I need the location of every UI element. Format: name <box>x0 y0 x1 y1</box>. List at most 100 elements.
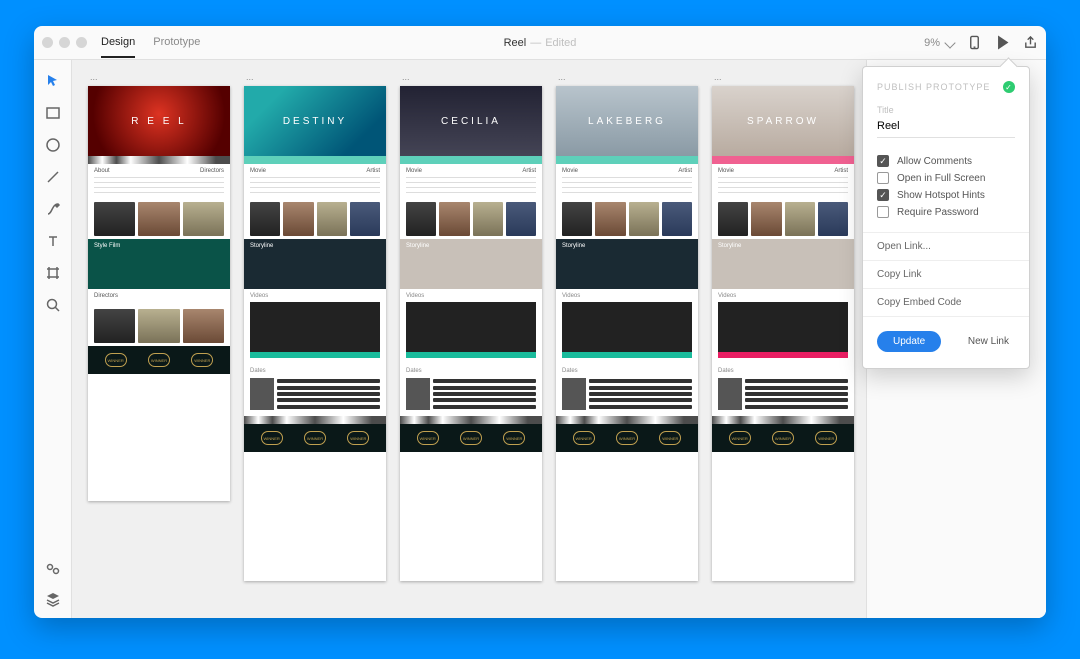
cast-thumbs <box>88 199 230 239</box>
document-title: Reel — Edited <box>504 37 577 49</box>
option-label: Require Password <box>897 207 979 218</box>
rectangle-tool[interactable] <box>44 104 62 122</box>
brush-divider <box>712 156 854 164</box>
new-link-button[interactable]: New Link <box>962 335 1015 348</box>
update-button[interactable]: Update <box>877 331 941 352</box>
share-icon[interactable] <box>1022 35 1038 51</box>
popover-footer: Update New Link <box>877 331 1015 352</box>
checkbox-icon: ✓ <box>877 155 889 167</box>
option-3[interactable]: Require Password <box>877 206 1015 218</box>
option-2[interactable]: ✓Show Hotspot Hints <box>877 189 1015 201</box>
app-window: Design Prototype Reel — Edited 9% <box>34 26 1046 618</box>
prototype-title-input[interactable] <box>877 117 1015 138</box>
zoom-control[interactable]: 9% <box>924 37 954 49</box>
artboard[interactable]: ... LAKEBERGMovieArtistStorylineVideosDat… <box>556 70 698 581</box>
brush-divider <box>400 156 542 164</box>
line-tool[interactable] <box>44 168 62 186</box>
option-0[interactable]: ✓ Allow Comments <box>877 155 1015 167</box>
maximize-dot[interactable] <box>76 37 87 48</box>
artboard[interactable]: ...SPARROWMovieArtistStorylineVideosDate… <box>712 70 854 581</box>
page-mock[interactable]: R E E LAboutDirectorsStyle FilmDirectors… <box>88 86 230 501</box>
hero: CECILIA <box>400 86 542 156</box>
tool-panel <box>34 60 72 618</box>
publish-options: ✓ Allow Comments Open in Full Screen ✓Show … <box>877 155 1015 218</box>
canvas[interactable]: ...R E E LAboutDirectorsStyle FilmDirect… <box>72 60 866 618</box>
artboard-label: ... <box>558 72 698 82</box>
minimize-dot[interactable] <box>59 37 70 48</box>
hero: DESTINY <box>244 86 386 156</box>
artboard-label: ... <box>246 72 386 82</box>
info-section: MovieArtist <box>400 164 542 199</box>
zoom-value: 9% <box>924 37 940 49</box>
awards-strip: WINNERWINNERWINNER <box>400 424 542 452</box>
director-thumbs <box>88 306 230 346</box>
brush-divider <box>244 156 386 164</box>
play-icon[interactable] <box>994 35 1010 51</box>
zoom-tool[interactable] <box>44 296 62 314</box>
info-section: MovieArtist <box>244 164 386 199</box>
titlebar-right: 9% <box>924 35 1038 51</box>
title-label: Title <box>877 105 1015 115</box>
pen-tool[interactable] <box>44 200 62 218</box>
storyline-section: Storyline <box>712 239 854 289</box>
tab-design[interactable]: Design <box>101 28 135 58</box>
link-action-0[interactable]: Open Link... <box>863 232 1029 261</box>
info-section: AboutDirectors <box>88 164 230 199</box>
cast-thumbs <box>556 199 698 239</box>
option-label: Allow Comments <box>897 156 972 167</box>
page-mock[interactable]: SPARROWMovieArtistStorylineVideosDatesWI… <box>712 86 854 581</box>
artboard[interactable]: ...DESTINYMovieArtistStorylineVideosDate… <box>244 70 386 581</box>
style-film: Style Film <box>88 239 230 289</box>
checkbox-icon <box>877 206 889 218</box>
brush-divider <box>556 156 698 164</box>
dates-section: Dates <box>556 362 698 416</box>
device-preview-icon[interactable] <box>966 35 982 51</box>
page-mock[interactable]: DESTINYMovieArtistStorylineVideosDatesWI… <box>244 86 386 581</box>
traffic-lights <box>42 37 87 48</box>
close-dot[interactable] <box>42 37 53 48</box>
directors-section: Directors <box>88 289 230 306</box>
awards-strip: WINNERWINNERWINNER <box>712 424 854 452</box>
ellipse-tool[interactable] <box>44 136 62 154</box>
select-tool[interactable] <box>44 72 62 90</box>
doc-status: Edited <box>545 37 576 49</box>
videos-section: Videos <box>244 289 386 362</box>
hero: LAKEBERG <box>556 86 698 156</box>
videos-section: Videos <box>556 289 698 362</box>
artboard[interactable]: ...CECILIAMovieArtistStorylineVideosDate… <box>400 70 542 581</box>
option-label: Open in Full Screen <box>897 173 985 184</box>
artboard-label: ... <box>714 72 854 82</box>
artboard-label: ... <box>90 72 230 82</box>
dates-section: Dates <box>712 362 854 416</box>
link-actions: Open Link...Copy LinkCopy Embed Code <box>877 232 1015 317</box>
checkbox-icon <box>877 172 889 184</box>
info-section: MovieArtist <box>712 164 854 199</box>
awards-strip: WINNERWINNERWINNER <box>244 424 386 452</box>
popover-title: PUBLISH PROTOTYPE <box>877 82 990 92</box>
awards-strip: WINNERWINNERWINNER <box>556 424 698 452</box>
titlebar: Design Prototype Reel — Edited 9% <box>34 26 1046 60</box>
link-action-1[interactable]: Copy Link <box>863 261 1029 289</box>
option-1[interactable]: Open in Full Screen <box>877 172 1015 184</box>
publish-popover: PUBLISH PROTOTYPE ✓ Title ✓ Allow Comment… <box>862 66 1030 369</box>
doc-name: Reel <box>504 37 527 49</box>
page-mock[interactable]: CECILIAMovieArtistStorylineVideosDatesWI… <box>400 86 542 581</box>
assets-icon[interactable] <box>44 560 62 578</box>
dates-section: Dates <box>244 362 386 416</box>
brush-divider <box>88 156 230 164</box>
status-ok-icon: ✓ <box>1003 81 1015 93</box>
layers-icon[interactable] <box>44 590 62 608</box>
awards-strip: WINNERWINNERWINNER <box>88 346 230 374</box>
storyline-section: Storyline <box>556 239 698 289</box>
artboard-tool[interactable] <box>44 264 62 282</box>
text-tool[interactable] <box>44 232 62 250</box>
videos-section: Videos <box>400 289 542 362</box>
videos-section: Videos <box>712 289 854 362</box>
storyline-section: Storyline <box>400 239 542 289</box>
link-action-2[interactable]: Copy Embed Code <box>863 289 1029 317</box>
tab-prototype[interactable]: Prototype <box>153 28 200 58</box>
artboard[interactable]: ...R E E LAboutDirectorsStyle FilmDirect… <box>88 70 230 501</box>
page-mock[interactable]: LAKEBERGMovieArtistStorylineVideosDatesW… <box>556 86 698 581</box>
checkbox-icon: ✓ <box>877 189 889 201</box>
chevron-down-icon <box>944 37 955 48</box>
